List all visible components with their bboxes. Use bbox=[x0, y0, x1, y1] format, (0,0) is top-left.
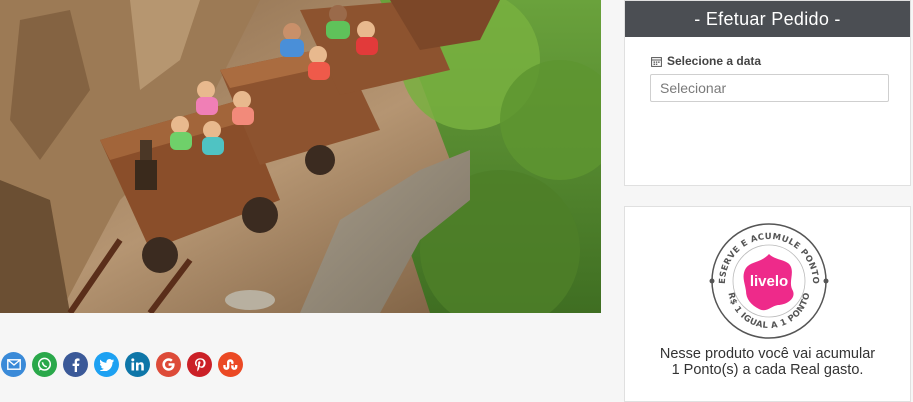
whatsapp-share-button[interactable] bbox=[32, 352, 57, 377]
order-panel: - Efetuar Pedido - Selecione a data bbox=[624, 0, 911, 186]
livelo-message: Nesse produto você vai acumular 1 Ponto(… bbox=[625, 346, 910, 378]
linkedin-share-button[interactable] bbox=[125, 352, 150, 377]
stumbleupon-icon bbox=[223, 359, 238, 370]
share-bar bbox=[1, 352, 243, 377]
livelo-logo-text: livelo bbox=[750, 273, 788, 290]
date-label-text: Selecione a data bbox=[667, 54, 762, 68]
order-panel-title: - Efetuar Pedido - bbox=[625, 1, 910, 37]
livelo-message-line1: Nesse produto você vai acumular bbox=[659, 346, 876, 362]
whatsapp-icon bbox=[37, 357, 52, 371]
linkedin-icon bbox=[131, 358, 144, 371]
twitter-share-button[interactable] bbox=[94, 352, 119, 377]
email-share-button[interactable] bbox=[1, 352, 26, 377]
pinterest-icon bbox=[194, 357, 206, 371]
date-label: Selecione a data bbox=[651, 54, 761, 68]
calendar-icon bbox=[651, 56, 662, 67]
google-share-button[interactable] bbox=[156, 352, 181, 377]
facebook-icon bbox=[72, 357, 79, 372]
facebook-share-button[interactable] bbox=[63, 352, 88, 377]
mine-train-illustration bbox=[0, 0, 601, 313]
stumbleupon-share-button[interactable] bbox=[218, 352, 243, 377]
livelo-panel: RESERVE E ACUMULE PONTOS R$ 1 IGUAL A 1 … bbox=[624, 206, 911, 402]
livelo-message-line2: 1 Ponto(s) a cada Real gasto. bbox=[671, 362, 864, 378]
envelope-icon bbox=[6, 359, 21, 370]
date-input[interactable] bbox=[650, 74, 889, 102]
hero-photo bbox=[0, 0, 601, 313]
page: - Efetuar Pedido - Selecione a data RES bbox=[0, 0, 913, 402]
pinterest-share-button[interactable] bbox=[187, 352, 212, 377]
livelo-badge-logo: RESERVE E ACUMULE PONTOS R$ 1 IGUAL A 1 … bbox=[708, 221, 829, 339]
twitter-icon bbox=[99, 358, 114, 371]
google-icon bbox=[162, 358, 175, 371]
